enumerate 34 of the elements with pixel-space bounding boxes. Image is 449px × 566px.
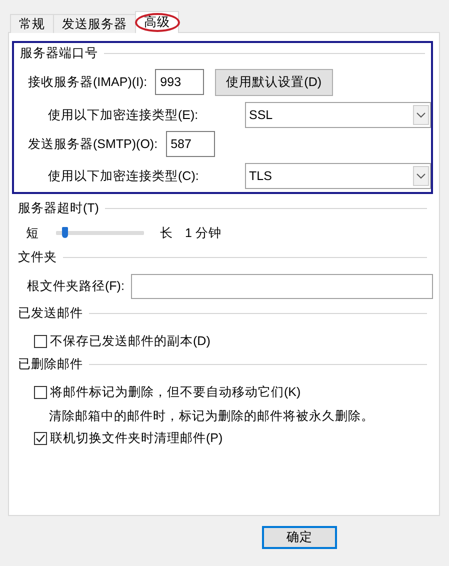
field-label: 接收服务器(IMAP)(I): [28, 74, 148, 90]
tab[interactable]: 发送服务器 [53, 14, 136, 33]
encryption-dropdown[interactable]: TLS [245, 163, 431, 189]
port-field[interactable]: 587 [166, 131, 215, 157]
field-label: 根文件夹路径(F): [27, 278, 124, 295]
timeout-value: 1 分钟 [185, 224, 222, 242]
note-text: 清除邮箱中的邮件时，标记为删除的邮件将被永久删除。 [49, 408, 374, 424]
checkmark-icon [35, 432, 46, 444]
field-label: 使用以下加密连接类型(C): [48, 168, 199, 184]
checkbox-label: 联机切换文件夹时清理邮件(P) [50, 430, 223, 446]
section-heading: 已发送邮件 [18, 304, 83, 322]
section-heading: 文件夹 [18, 248, 57, 266]
checkbox[interactable] [34, 334, 47, 348]
checkbox[interactable] [34, 432, 47, 444]
folder-path-field[interactable] [131, 274, 433, 299]
chevron-down-icon [416, 112, 426, 118]
tab[interactable]: 高级 [135, 11, 179, 33]
ok-button[interactable]: 确定 [262, 526, 337, 549]
chevron-down-icon [416, 173, 426, 179]
port-field[interactable]: 993 [155, 69, 204, 95]
section-heading: 服务器超时(T) [18, 200, 99, 216]
slider-thumb[interactable] [62, 227, 68, 238]
checkbox[interactable] [34, 386, 47, 398]
field-label: 使用以下加密连接类型(E): [48, 106, 198, 124]
tab[interactable]: 常规 [10, 14, 54, 33]
encryption-dropdown[interactable]: SSL [245, 102, 431, 128]
slider-min-label: 短 [26, 224, 39, 242]
default-settings-button[interactable]: 使用默认设置(D) [215, 68, 333, 96]
section-heading: 服务器端口号 [20, 44, 98, 62]
field-label: 发送服务器(SMTP)(O): [28, 136, 158, 152]
checkbox-label: 将邮件标记为删除，但不要自动移动它们(K) [50, 384, 301, 400]
section-heading: 已删除邮件 [18, 356, 83, 372]
slider-max-label: 长 [160, 224, 173, 242]
checkbox-label: 不保存已发送邮件的副本(D) [50, 332, 210, 350]
